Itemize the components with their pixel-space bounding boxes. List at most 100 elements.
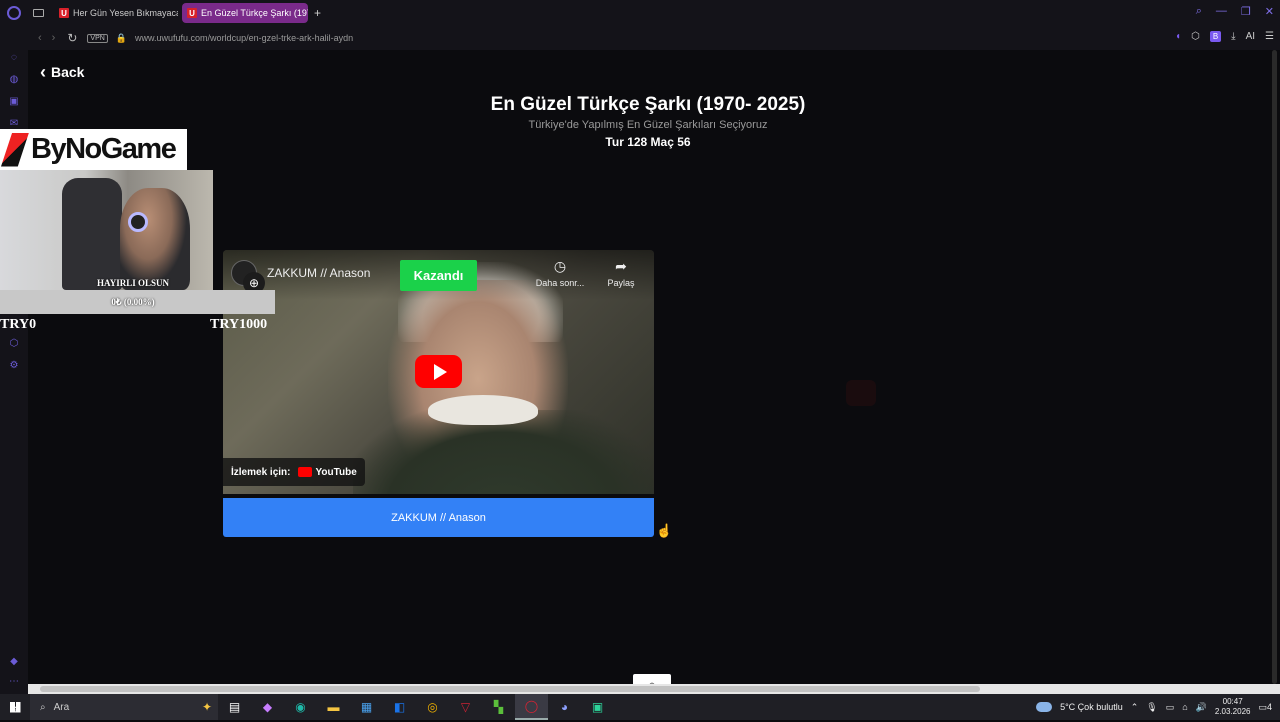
horizontal-scroll-thumb[interactable] — [40, 686, 980, 692]
opera-gx-icon[interactable]: ◯ — [515, 694, 548, 720]
clock-date: 2.03.2026 — [1214, 707, 1251, 716]
minimize-icon[interactable]: — — [1216, 5, 1227, 18]
app-teal-icon[interactable]: ▣ — [581, 694, 614, 720]
clock[interactable]: 00:47 2.03.2026 — [1215, 697, 1251, 717]
store-icon[interactable]: ▦ — [350, 694, 383, 720]
copilot-spark-icon: ✦ — [201, 700, 212, 714]
chrome-icon[interactable]: ◎ — [416, 694, 449, 720]
donation-goal-text: 0₺ (0.00%) — [111, 297, 155, 307]
page-title: En Güzel Türkçe Şarkı (1970- 2025) — [490, 94, 806, 115]
sidebar-settings-icon[interactable]: ⚙ — [8, 360, 20, 372]
weather-icon — [1036, 702, 1053, 712]
video-title[interactable]: ZAKKUM // Anason — [267, 266, 370, 280]
donation-max: TRY1000 — [210, 317, 268, 332]
page-subtitle: Türkiye'de Yapılmış En Güzel Şarkıları S… — [528, 119, 768, 131]
aria-ai-button[interactable]: AI — [1246, 31, 1255, 42]
vertical-scroll-thumb[interactable] — [1272, 50, 1277, 684]
weather-text[interactable]: 5°C Çok bulutlu — [1060, 702, 1123, 712]
youtube-play-icon — [298, 467, 313, 477]
sidebar-history-icon[interactable]: ◌ — [8, 52, 20, 64]
vpn-badge[interactable]: VPN — [87, 33, 108, 43]
browser-tab-bar: U Her Gün Yesen Bıkmayacağ U En Güzel Tü… — [0, 0, 1280, 26]
watch-later-button[interactable]: ◷ Daha sonr... — [530, 258, 590, 288]
windows-taskbar: ⊞ ⌕ Ara ✦ ▤ ◆ ◉ ▬ ▦ ◧ ◎ ▽ ▚ ◯ ◕ ▣ 5°C Ço… — [0, 694, 1280, 720]
video-thumbnail-mustache — [428, 395, 538, 425]
sidebar-bag-icon[interactable]: ◍ — [8, 74, 20, 86]
volume-icon[interactable]: 🔊 — [1196, 702, 1207, 713]
youtube-logo: YouTube — [298, 467, 357, 478]
url-field[interactable]: www.uwufufu.com/worldcup/en-gzel-trke-ar… — [135, 33, 353, 43]
back-nav-icon[interactable]: ‹ — [38, 32, 42, 44]
choice-button[interactable]: ZAKKUM // Anason — [223, 498, 654, 537]
file-explorer-icon[interactable]: ▬ — [317, 694, 350, 720]
uwufufu-favicon-icon: U — [59, 8, 69, 18]
ai-label: AI — [1245, 31, 1256, 42]
app-green-icon[interactable]: ▚ — [482, 694, 515, 720]
sidebar-wallet-icon[interactable]: ▣ — [8, 96, 20, 108]
mouse-cursor-icon: ☝ — [656, 523, 673, 538]
search-placeholder: Ara — [53, 701, 70, 713]
task-view-icon[interactable]: ▤ — [218, 694, 251, 720]
lock-icon[interactable]: 🔒 — [116, 33, 127, 44]
tab-2-active[interactable]: U En Güzel Türkçe Şarkı (197 — [182, 3, 308, 23]
uwufufu-favicon-icon: U — [187, 8, 197, 18]
chevron-left-icon: ‹ — [40, 62, 46, 82]
extensions-icon[interactable]: ⬡ — [1191, 31, 1200, 42]
watch-on-youtube[interactable]: İzlemek için: YouTube — [223, 458, 365, 486]
notification-count: 4 — [1266, 701, 1272, 712]
tray-chevron-icon[interactable]: ⌃ — [1131, 702, 1139, 713]
download-icon[interactable]: ⤓ — [1231, 31, 1235, 42]
sponsor-brand: ByNoGame — [31, 133, 177, 165]
search-tabs-icon[interactable]: ⌕ — [1196, 5, 1202, 18]
youtube-video-embed[interactable]: ⊕ ZAKKUM // Anason Kazandı ◷ Daha sonr..… — [223, 250, 654, 494]
vertical-scrollbar[interactable] — [1268, 50, 1280, 684]
taskbar-search[interactable]: ⌕ Ara ✦ — [30, 694, 218, 720]
tab-1[interactable]: U Her Gün Yesen Bıkmayacağ — [54, 3, 178, 23]
back-button[interactable]: ‹ Back — [40, 62, 84, 82]
display-icon[interactable]: ▭ — [1166, 702, 1175, 713]
share-icon: ➦ — [615, 258, 627, 274]
network-icon[interactable]: ⌂ — [1182, 702, 1187, 712]
clock-icon: ◷ — [553, 258, 567, 274]
winner-badge: Kazandı — [400, 260, 477, 291]
sidebar-extensions-icon[interactable]: ⬡ — [8, 338, 20, 350]
webcam-streamer — [120, 188, 190, 290]
sponsor-logo: ByNoGame — [0, 129, 187, 170]
start-button[interactable]: ⊞ — [0, 694, 30, 720]
headset-icon — [128, 212, 148, 232]
play-button[interactable] — [415, 355, 462, 388]
close-icon[interactable]: ✕ — [1265, 5, 1274, 18]
vivaldi-icon[interactable]: ▽ — [449, 694, 482, 720]
forward-nav-icon[interactable]: › — [52, 32, 56, 44]
webcam-overlay: HAYIRLI OLSUN — [0, 170, 213, 290]
audio-icon[interactable]: ◖ — [1175, 31, 1181, 42]
donation-goal-bar: 0₺ (0.00%) — [0, 290, 275, 314]
watch-on-label: İzlemek için: — [231, 466, 291, 478]
copilot-icon[interactable]: ◆ — [251, 694, 284, 720]
outlook-icon[interactable]: ◧ — [383, 694, 416, 720]
opera-sidebar: ◌ ◍ ▣ ✉ ⬡ ⚙ ◆ ⋯ — [0, 26, 28, 694]
discord-icon[interactable]: ◕ — [548, 694, 581, 720]
address-bar: ‹ › ↻ VPN 🔒 www.uwufufu.com/worldcup/en-… — [28, 26, 1280, 50]
notification-center[interactable]: ▭4 — [1258, 702, 1272, 713]
new-tab-button[interactable]: + — [314, 6, 321, 20]
tab-2-label: En Güzel Türkçe Şarkı (197 — [201, 8, 308, 18]
tab-1-label: Her Gün Yesen Bıkmayacağ — [73, 8, 178, 18]
reload-icon[interactable]: ↻ — [67, 31, 77, 45]
restore-icon[interactable]: ❐ — [1241, 5, 1251, 18]
edge-icon[interactable]: ◉ — [284, 694, 317, 720]
notification-icon: ▭ — [1258, 701, 1267, 712]
page-content: ‹ Back En Güzel Türkçe Şarkı (1970- 2025… — [28, 50, 1268, 690]
faint-background-mark — [846, 380, 876, 406]
menu-icon[interactable]: ☰ — [1265, 31, 1274, 42]
share-button[interactable]: ➦ Paylaş — [591, 258, 651, 288]
microphone-icon[interactable]: 🎙 — [1146, 702, 1157, 713]
opera-menu-icon[interactable] — [7, 6, 21, 20]
horizontal-scrollbar[interactable] — [28, 684, 1280, 694]
tab-island-icon[interactable] — [33, 9, 44, 17]
profile-b-badge[interactable]: B — [1209, 31, 1222, 42]
sidebar-more-icon[interactable]: ⋯ — [8, 676, 20, 688]
share-label: Paylaş — [607, 278, 635, 288]
sidebar-gx-icon[interactable]: ◆ — [8, 656, 20, 668]
webcam-chair — [62, 178, 122, 290]
